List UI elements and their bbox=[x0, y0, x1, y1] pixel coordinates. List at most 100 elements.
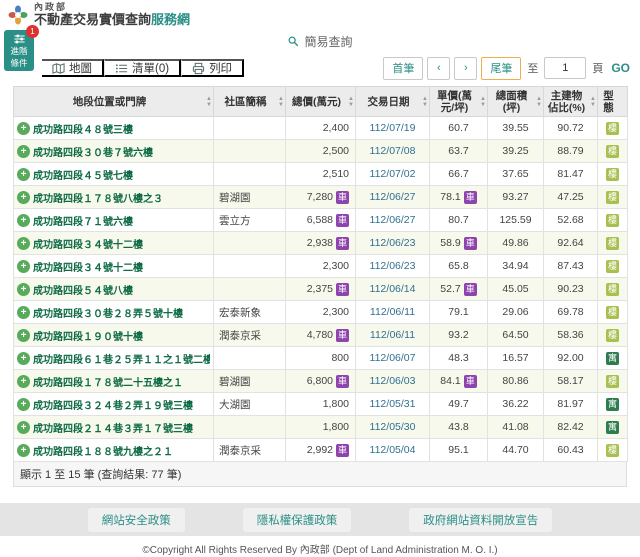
expand-row-icon[interactable]: + bbox=[17, 237, 30, 250]
sort-icon[interactable]: ▲▼ bbox=[422, 96, 428, 108]
unit-price-cell: 95.1 bbox=[430, 439, 488, 462]
expand-row-icon[interactable]: + bbox=[17, 398, 30, 411]
address-link[interactable]: 成功路四段７１號六樓 bbox=[33, 213, 133, 228]
unit-price-value: 66.7 bbox=[448, 168, 468, 180]
unit-price-cell: 65.8 bbox=[430, 255, 488, 278]
advanced-conditions-button[interactable]: 進階 條件 1 bbox=[4, 30, 34, 71]
address-cell: +成功路四段７１號六樓 bbox=[14, 209, 214, 232]
main-building-ratio-cell: 58.17 bbox=[544, 370, 598, 393]
sort-icon[interactable]: ▲▼ bbox=[206, 96, 212, 108]
site-title-suffix: 服務網 bbox=[151, 12, 190, 27]
expand-row-icon[interactable]: + bbox=[17, 283, 30, 296]
expand-row-icon[interactable]: + bbox=[17, 168, 30, 181]
page-number-input[interactable] bbox=[544, 57, 586, 79]
address-link[interactable]: 成功路四段３０巷２８弄５號十樓 bbox=[33, 305, 183, 320]
sort-icon[interactable]: ▲▼ bbox=[278, 96, 284, 108]
list-view-button[interactable]: 清單(0) bbox=[104, 59, 181, 77]
advanced-conditions-label-1: 進階 bbox=[9, 47, 29, 57]
community-cell bbox=[214, 140, 286, 163]
type-badge: 寓 bbox=[606, 421, 619, 434]
address-link[interactable]: 成功路四段３２４巷２弄１９號三樓 bbox=[33, 397, 193, 412]
type-badge: 寓 bbox=[606, 352, 619, 365]
address-link[interactable]: 成功路四段２１４巷３弄１７號三樓 bbox=[33, 420, 193, 435]
total-area-cell: 41.08 bbox=[488, 416, 544, 439]
address-cell: +成功路四段４８號三樓 bbox=[14, 117, 214, 140]
col-header-address[interactable]: 地段位置或門牌 ▲▼ bbox=[14, 87, 214, 117]
building-type-cell: 寓 bbox=[598, 416, 628, 439]
expand-row-icon[interactable]: + bbox=[17, 421, 30, 434]
unit-price-cell: 60.7 bbox=[430, 117, 488, 140]
total-area-cell: 39.25 bbox=[488, 140, 544, 163]
address-link[interactable]: 成功路四段３４號十二樓 bbox=[33, 259, 143, 274]
unit-price-value: 48.3 bbox=[448, 352, 468, 364]
col-header-area[interactable]: 總面積(坪) ▲▼ bbox=[488, 87, 544, 117]
address-link[interactable]: 成功路四段１８８號九樓之２１ bbox=[33, 443, 173, 458]
col-header-date[interactable]: 交易日期 ▲▼ bbox=[356, 87, 430, 117]
security-policy-link[interactable]: 網站安全政策 bbox=[88, 508, 185, 532]
map-view-button[interactable]: 地圖 bbox=[42, 59, 104, 77]
expand-row-icon[interactable]: + bbox=[17, 329, 30, 342]
building-type-cell: 樓 bbox=[598, 439, 628, 462]
transaction-date-cell: 112/07/08 bbox=[356, 140, 430, 163]
go-button[interactable]: GO bbox=[611, 61, 630, 75]
print-button[interactable]: 列印 bbox=[181, 59, 244, 77]
unit-price-cell: 79.1 bbox=[430, 301, 488, 324]
table-row: +成功路四段３０巷２８弄５號十樓宏泰新象2,300112/06/1179.129… bbox=[14, 301, 628, 324]
address-link[interactable]: 成功路四段４５號七樓 bbox=[33, 167, 133, 182]
address-cell: +成功路四段３０巷２８弄５號十樓 bbox=[14, 301, 214, 324]
total-price-cell: 1,800 bbox=[286, 416, 356, 439]
sort-icon[interactable]: ▲▼ bbox=[348, 96, 354, 108]
total-price-cell: 6,588車 bbox=[286, 209, 356, 232]
transaction-date-cell: 112/05/31 bbox=[356, 393, 430, 416]
building-type-cell: 樓 bbox=[598, 140, 628, 163]
sort-icon[interactable]: ▲▼ bbox=[536, 96, 542, 108]
table-row: +成功路四段１９０號十樓潤泰京采4,780車112/06/1193.264.50… bbox=[14, 324, 628, 347]
address-link[interactable]: 成功路四段４８號三樓 bbox=[33, 121, 133, 136]
first-page-button[interactable]: 首筆 bbox=[383, 57, 423, 80]
unit-price-value: 63.7 bbox=[448, 145, 468, 157]
col-header-unit-price[interactable]: 單價(萬元/坪) ▲▼ bbox=[430, 87, 488, 117]
address-link[interactable]: 成功路四段１７８號二十五樓之１ bbox=[33, 374, 183, 389]
building-type-cell: 樓 bbox=[598, 255, 628, 278]
advanced-conditions-label-2: 條件 bbox=[9, 59, 29, 69]
sort-icon[interactable]: ▲▼ bbox=[590, 96, 596, 108]
expand-row-icon[interactable]: + bbox=[17, 145, 30, 158]
main-building-ratio-cell: 92.64 bbox=[544, 232, 598, 255]
address-cell: +成功路四段１９０號十樓 bbox=[14, 324, 214, 347]
expand-row-icon[interactable]: + bbox=[17, 260, 30, 273]
col-header-community[interactable]: 社區簡稱 ▲▼ bbox=[214, 87, 286, 117]
main-building-ratio-cell: 47.25 bbox=[544, 186, 598, 209]
expand-row-icon[interactable]: + bbox=[17, 306, 30, 319]
privacy-policy-link[interactable]: 隱私權保護政策 bbox=[243, 508, 352, 532]
next-page-button[interactable]: › bbox=[454, 57, 477, 80]
expand-row-icon[interactable]: + bbox=[17, 352, 30, 365]
expand-row-icon[interactable]: + bbox=[17, 122, 30, 135]
main-building-ratio-cell: 81.97 bbox=[544, 393, 598, 416]
address-link[interactable]: 成功路四段１７８號八樓之３ bbox=[33, 190, 163, 205]
address-link[interactable]: 成功路四段１９０號十樓 bbox=[33, 328, 143, 343]
expand-row-icon[interactable]: + bbox=[17, 444, 30, 457]
last-page-button[interactable]: 尾筆 bbox=[481, 57, 521, 80]
col-header-type[interactable]: 型態 bbox=[598, 87, 628, 117]
expand-row-icon[interactable]: + bbox=[17, 375, 30, 388]
community-cell bbox=[214, 232, 286, 255]
type-badge: 寓 bbox=[606, 398, 619, 411]
sort-icon[interactable]: ▲▼ bbox=[480, 96, 486, 108]
sliders-icon bbox=[13, 33, 26, 45]
prev-page-button[interactable]: ‹ bbox=[427, 57, 450, 80]
open-data-declaration-link[interactable]: 政府網站資料開放宣告 bbox=[409, 508, 552, 532]
address-link[interactable]: 成功路四段６１巷２５弄１１之１號二樓 bbox=[33, 351, 210, 366]
view-tabs: 地圖 清單(0) 列印 bbox=[42, 59, 244, 77]
expand-row-icon[interactable]: + bbox=[17, 191, 30, 204]
col-header-ratio[interactable]: 主建物佔比(%) ▲▼ bbox=[544, 87, 598, 117]
total-price-cell: 6,800車 bbox=[286, 370, 356, 393]
total-price-value: 2,938 bbox=[307, 237, 333, 249]
address-link[interactable]: 成功路四段３０巷７號六樓 bbox=[33, 144, 153, 159]
simple-query-icon bbox=[287, 35, 299, 47]
address-link[interactable]: 成功路四段３４號十二樓 bbox=[33, 236, 143, 251]
address-link[interactable]: 成功路四段５４號八樓 bbox=[33, 282, 133, 297]
expand-row-icon[interactable]: + bbox=[17, 214, 30, 227]
community-cell: 碧湖園 bbox=[214, 370, 286, 393]
result-status: 顯示 1 至 15 筆 (查詢結果: 77 筆) bbox=[13, 462, 627, 487]
col-header-total-price[interactable]: 總價(萬元) ▲▼ bbox=[286, 87, 356, 117]
